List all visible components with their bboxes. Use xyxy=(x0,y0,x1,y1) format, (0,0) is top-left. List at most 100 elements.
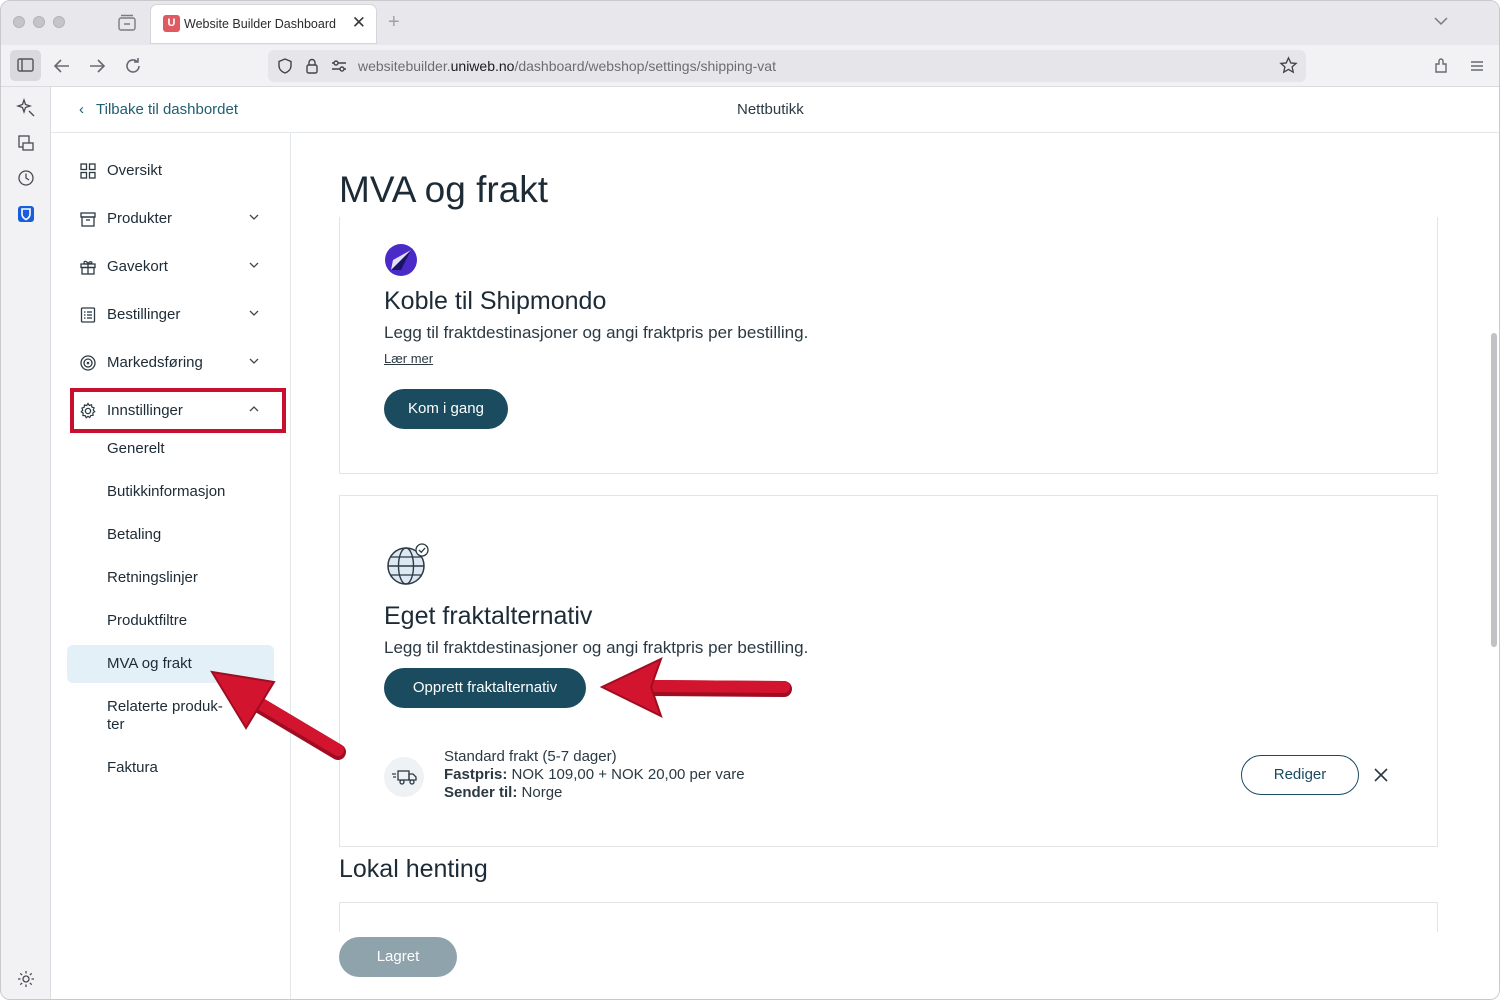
sub-item-retningslinjer[interactable]: Retningslinjer xyxy=(107,569,198,586)
synced-tabs-icon[interactable] xyxy=(16,133,36,153)
nav-item-oversikt[interactable]: Oversikt xyxy=(79,159,261,183)
sub-item-betaling[interactable]: Betaling xyxy=(107,526,161,543)
zoom-window-button[interactable] xyxy=(53,16,65,28)
shipping-option-name: Standard frakt (5-7 dager) xyxy=(444,748,617,765)
learn-more-link[interactable]: Lær mer xyxy=(384,351,433,366)
sub-item-faktura[interactable]: Faktura xyxy=(107,759,158,776)
sub-item-produktfiltre[interactable]: Produktfiltre xyxy=(107,612,187,629)
chevron-down-icon xyxy=(249,214,259,220)
globe-check-icon xyxy=(387,543,429,585)
list-icon xyxy=(80,307,96,323)
tab-list-chevron-icon[interactable] xyxy=(1433,13,1449,29)
sub-item-label-line1: Relaterte produk- xyxy=(107,698,223,715)
nav-item-gavekort[interactable]: Gavekort xyxy=(79,255,261,279)
sub-item-generelt[interactable]: Generelt xyxy=(107,440,165,457)
forward-arrow-icon[interactable] xyxy=(86,55,108,77)
shipping-option-destination: Sender til: Norge xyxy=(444,784,562,801)
browser-window: U Website Builder Dashboard ✕ + websiteb… xyxy=(0,0,1500,1000)
nav-item-produkter[interactable]: Produkter xyxy=(79,207,261,231)
scrollbar-thumb[interactable] xyxy=(1491,333,1497,647)
browser-sidebar xyxy=(1,87,51,999)
history-clock-icon[interactable] xyxy=(16,168,36,188)
new-tab-icon[interactable]: + xyxy=(388,11,400,34)
bitwarden-shield-icon[interactable] xyxy=(16,204,36,224)
destination-label: Sender til: xyxy=(444,784,518,801)
minimize-window-button[interactable] xyxy=(33,16,45,28)
menu-icon[interactable] xyxy=(1466,55,1488,77)
destination-value: Norge xyxy=(521,784,563,801)
gift-icon xyxy=(80,260,96,275)
close-tab-icon[interactable]: ✕ xyxy=(352,13,366,33)
shipmondo-logo-icon xyxy=(385,244,417,276)
page-title: MVA og frakt xyxy=(339,169,549,210)
url-domain: uniweb.no xyxy=(450,58,515,74)
sub-item-relaterte-produkter[interactable]: Relaterte produk- ter xyxy=(107,698,223,734)
nav-item-markedsforing[interactable]: Markedsføring xyxy=(79,351,261,375)
url-prefix: websitebuilder. xyxy=(358,58,451,74)
delivery-truck-icon xyxy=(392,770,417,785)
nav-label: Gavekort xyxy=(107,258,168,275)
tab-title: Website Builder Dashboard xyxy=(184,17,336,31)
nav-label: Bestillinger xyxy=(107,306,181,323)
chevron-down-icon xyxy=(249,262,259,268)
ai-sparkle-icon[interactable] xyxy=(16,98,36,118)
chevron-left-icon: ‹ xyxy=(79,101,84,118)
reload-icon[interactable] xyxy=(122,55,144,77)
close-window-button[interactable] xyxy=(13,16,25,28)
sidebar-settings-gear-icon[interactable] xyxy=(16,969,36,989)
scrollbar[interactable] xyxy=(1487,133,1499,999)
edit-shipping-option-button[interactable]: Rediger xyxy=(1241,755,1359,795)
archive-icon xyxy=(80,212,96,227)
extensions-icon[interactable] xyxy=(1431,55,1453,77)
back-arrow-icon[interactable] xyxy=(51,55,73,77)
shipping-option-price: Fastpris: NOK 109,00 + NOK 20,00 per var… xyxy=(444,766,745,783)
annotation-highlight-box xyxy=(70,388,286,433)
webshop-page: ‹ Tilbake til dashbordet Nettbutikk Overs… xyxy=(51,87,1499,999)
sub-item-butikkinformasjon[interactable]: Butikkinformasjon xyxy=(107,483,225,500)
webshop-sidebar: Oversikt Produkter Gavekort Bestillinger… xyxy=(51,133,291,999)
sub-item-label-line2: ter xyxy=(107,716,125,733)
nav-label: Markedsføring xyxy=(107,354,203,371)
nav-label: Oversikt xyxy=(107,162,163,179)
sub-item-mva-og-frakt[interactable]: MVA og frakt xyxy=(107,655,192,672)
custom-shipping-description: Legg til fraktdestinasjoner og angi frak… xyxy=(384,638,809,657)
shipmondo-description: Legg til fraktdestinasjoner og angi frak… xyxy=(384,323,809,342)
url-path: /dashboard/webshop/settings/shipping-vat xyxy=(514,58,776,74)
address-bar[interactable]: websitebuilder.uniweb.no/dashboard/websh… xyxy=(268,50,1306,82)
tab-overview-icon[interactable] xyxy=(117,13,137,33)
chevron-down-icon xyxy=(249,310,259,316)
nav-item-bestillinger[interactable]: Bestillinger xyxy=(79,303,261,327)
header-title: Nettbutikk xyxy=(737,101,804,118)
price-label: Fastpris: xyxy=(444,766,508,783)
page-header: ‹ Tilbake til dashbordet Nettbutikk xyxy=(51,87,1499,133)
get-started-button[interactable]: Kom i gang xyxy=(384,389,508,429)
lock-icon[interactable] xyxy=(304,57,320,75)
shipmondo-card: Koble til Shipmondo Legg til fraktdestin… xyxy=(339,217,1438,474)
tab-strip: U Website Builder Dashboard ✕ + xyxy=(1,1,1499,45)
navigation-bar: websitebuilder.uniweb.no/dashboard/websh… xyxy=(1,45,1499,87)
delete-close-icon[interactable] xyxy=(1373,767,1389,783)
bookmark-star-icon[interactable] xyxy=(1279,56,1298,75)
local-pickup-card xyxy=(339,902,1438,932)
shield-icon[interactable] xyxy=(276,57,294,75)
target-icon xyxy=(80,355,96,371)
sidebar-icon xyxy=(17,58,34,72)
custom-shipping-card: Eget fraktalternativ Legg til fraktdesti… xyxy=(339,495,1438,847)
local-pickup-heading: Lokal henting xyxy=(339,855,488,883)
saved-button[interactable]: Lagret xyxy=(339,937,457,977)
shipping-option-badge xyxy=(384,757,424,797)
active-tab[interactable]: U Website Builder Dashboard ✕ xyxy=(151,5,376,43)
uniweb-favicon-icon: U xyxy=(163,15,180,32)
chevron-down-icon xyxy=(249,358,259,364)
main-content: MVA og frakt Koble til Shipmondo Legg ti… xyxy=(291,133,1499,999)
grid-icon xyxy=(80,163,96,179)
create-shipping-option-button[interactable]: Opprett fraktalternativ xyxy=(384,668,586,708)
url-text[interactable]: websitebuilder.uniweb.no/dashboard/websh… xyxy=(358,58,776,74)
site-permissions-icon[interactable] xyxy=(330,58,348,74)
price-value: NOK 109,00 + NOK 20,00 per vare xyxy=(511,766,745,783)
sidebar-toggle-button[interactable] xyxy=(10,50,41,81)
custom-shipping-heading: Eget fraktalternativ xyxy=(384,602,593,630)
back-to-dashboard-link[interactable]: ‹ Tilbake til dashbordet xyxy=(79,101,238,118)
shipmondo-heading: Koble til Shipmondo xyxy=(384,287,607,315)
nav-label: Produkter xyxy=(107,210,173,227)
